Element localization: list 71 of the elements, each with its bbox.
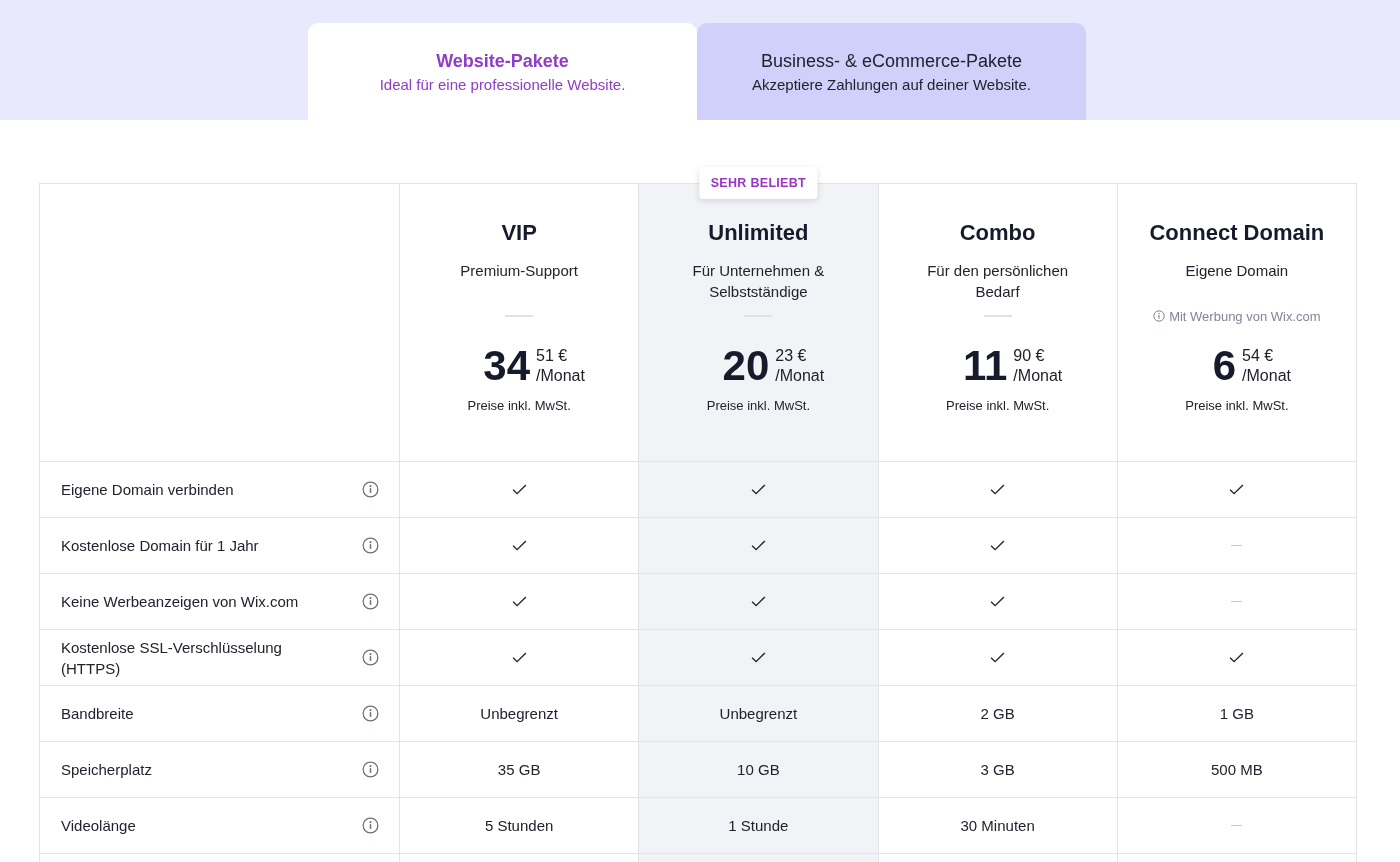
feature-label: Kostenlose Domain für 1 Jahr (61, 536, 259, 556)
plan-subtitle: Premium-Support (460, 261, 578, 281)
plan-name: Combo (959, 220, 1036, 246)
check-icon (990, 596, 1006, 607)
price-cents: 23 € (775, 346, 807, 366)
check-icon (750, 540, 766, 551)
plan-subtitle: Eigene Domain (1185, 261, 1289, 281)
table-cell: 30 Minuten (960, 817, 1035, 834)
feature-label: Videolänge (61, 816, 136, 836)
price-amount: 34 (483, 344, 530, 388)
check-icon (750, 596, 766, 607)
check-icon (511, 652, 527, 663)
not-included-dash (1231, 825, 1243, 826)
feature-label: Bandbreite (61, 704, 134, 724)
tax-note: Preise inkl. MwSt. (945, 398, 1050, 413)
table-cell: 1 GB (1219, 705, 1254, 722)
table-cell: 2 GB (980, 705, 1015, 722)
price-cents: 51 € (536, 346, 568, 366)
check-icon (511, 540, 527, 551)
table-cell: Unbegrenzt (719, 705, 798, 722)
info-icon[interactable] (362, 649, 379, 666)
info-icon[interactable] (362, 817, 379, 834)
check-icon (990, 484, 1006, 495)
table-cell: 1 Stunde (728, 817, 789, 834)
check-icon (750, 652, 766, 663)
package-tab[interactable]: Website-Pakete Ideal für eine professionelle Website. (308, 23, 697, 120)
plan-name: VIP (501, 220, 537, 246)
tax-note: Preise inkl. MwSt. (467, 398, 571, 413)
plan-name: Connect Domain (1149, 220, 1325, 246)
popular-badge: SEHR BELIEBT (699, 167, 817, 199)
table-cell: 5 Stunden (484, 817, 554, 834)
not-included-dash (1231, 601, 1243, 602)
check-icon (511, 484, 527, 495)
package-tab[interactable]: Business- & eCommerce-Pakete Akzeptiere Zahlungen auf deiner Website. (697, 23, 1086, 120)
price-period: /Monat (1242, 366, 1291, 386)
price-amount: 6 (1212, 344, 1237, 388)
check-icon (750, 484, 766, 495)
tax-note: Preise inkl. MwSt. (1185, 398, 1289, 413)
check-icon (511, 596, 527, 607)
plan-name: Unlimited (708, 220, 809, 246)
info-icon[interactable] (362, 705, 379, 722)
table-cell: 35 GB (497, 761, 541, 778)
not-included-dash (1231, 545, 1243, 546)
price-amount: 11 (962, 344, 1008, 388)
info-icon[interactable] (362, 537, 379, 554)
feature-label: Keine Werbeanzeigen von Wix.com (61, 592, 299, 612)
price-amount: 20 (722, 344, 770, 388)
info-icon[interactable] (362, 761, 379, 778)
plan-subtitle: Für den persönlichen Bedarf (926, 261, 1070, 302)
table-cell: 3 GB (980, 761, 1015, 778)
info-icon[interactable] (362, 481, 379, 498)
check-icon (1229, 484, 1245, 495)
info-icon[interactable] (362, 593, 379, 610)
price-period: /Monat (775, 366, 825, 386)
feature-label: Speicherplatz (61, 760, 152, 780)
price-period: /Monat (1013, 366, 1063, 386)
check-icon (990, 652, 1006, 663)
info-icon (1153, 310, 1166, 322)
table-cell: 500 MB (1211, 761, 1263, 778)
tax-note: Preise inkl. MwSt. (706, 398, 811, 413)
price-cents: 90 € (1013, 346, 1045, 366)
feature-label: Kostenlose SSL-Verschlüsselung (HTTPS) (61, 637, 283, 679)
price-cents: 54 € (1242, 346, 1274, 366)
check-icon (1229, 652, 1245, 663)
plan-subtitle: Für Unternehmen & Selbstständige (691, 261, 826, 302)
feature-label: Eigene Domain verbinden (61, 480, 234, 500)
table-cell: Unbegrenzt (480, 705, 558, 722)
table-cell: 10 GB (737, 761, 780, 778)
price-period: /Monat (536, 366, 585, 386)
check-icon (990, 540, 1006, 551)
ad-note: Mit Werbung von Wix.com (1169, 308, 1321, 324)
